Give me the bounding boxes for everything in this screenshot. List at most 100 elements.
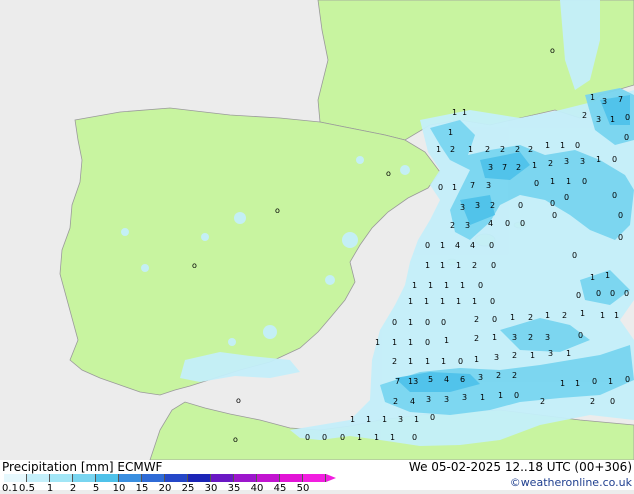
- precip-value-label: 0: [572, 251, 577, 260]
- precip-value-label: 0: [412, 433, 417, 442]
- marker-dot: o: [550, 46, 555, 55]
- precip-value-label: 2: [512, 351, 517, 360]
- colorbar-cell: [96, 474, 119, 482]
- marker-dot: o: [275, 206, 280, 215]
- precip-value-label: 3: [512, 333, 517, 342]
- colorbar-cell: [27, 474, 50, 482]
- precip-value-label: 2: [528, 333, 533, 342]
- precip-value-label: 1: [374, 433, 379, 442]
- precip-value-label: 2: [590, 397, 595, 406]
- precip-value-label: 3: [488, 163, 493, 172]
- precip-value-label: 1: [560, 379, 565, 388]
- precip-value-label: 4: [410, 397, 415, 406]
- precip-value-label: 1: [545, 141, 550, 150]
- precip-value-label: 1: [440, 241, 445, 250]
- precip-value-label: 1: [510, 313, 515, 322]
- precip-value-label: 4: [444, 375, 449, 384]
- precip-value-label: 0: [425, 338, 430, 347]
- precip-value-label: 2: [562, 311, 567, 320]
- precip-value-label: 2: [490, 201, 495, 210]
- precip-value-label: 1: [550, 177, 555, 186]
- precip-value-label: 0: [576, 291, 581, 300]
- credit-link[interactable]: ©weatheronline.co.uk: [510, 476, 632, 489]
- precip-value-label: 1: [456, 297, 461, 306]
- precip-value-label: 1: [414, 415, 419, 424]
- precip-value-label: 1: [462, 108, 467, 117]
- precip-value-label: 1: [580, 309, 585, 318]
- precip-value-label: 1: [566, 349, 571, 358]
- precip-value-label: 4: [470, 241, 475, 250]
- precip-value-label: 13: [408, 377, 418, 386]
- precip-value-label: 0: [610, 289, 615, 298]
- precip-value-label: 0: [624, 289, 629, 298]
- precip-value-label: 2: [512, 371, 517, 380]
- precip-value-label: 1: [468, 145, 473, 154]
- precip-value-label: 1: [452, 108, 457, 117]
- precip-value-label: 1: [425, 357, 430, 366]
- colorbar-label: 5: [92, 483, 100, 494]
- precip-value-label: 7: [395, 377, 400, 386]
- precip-value-label: 0: [625, 375, 630, 384]
- precip-value-label: 7: [470, 181, 475, 190]
- precip-value-label: 1: [428, 281, 433, 290]
- precip-value-label: 3: [494, 353, 499, 362]
- colorbar-label: 2: [69, 483, 77, 494]
- precip-value-label: 1: [545, 311, 550, 320]
- precip-value-label: 0: [492, 315, 497, 324]
- colorbar-label: 35: [227, 483, 241, 494]
- precip-value-label: 1: [408, 338, 413, 347]
- precip-value-label: 0: [575, 141, 580, 150]
- precip-value-label: 1: [452, 183, 457, 192]
- precip-value-label: 1: [366, 415, 371, 424]
- precip-value-label: 4: [488, 219, 493, 228]
- precip-value-label: 1: [614, 311, 619, 320]
- precip-value-label: 1: [590, 273, 595, 282]
- precip-value-label: 1: [608, 377, 613, 386]
- colorbar-cell: [50, 474, 73, 482]
- precip-value-label: 1: [590, 93, 595, 102]
- precip-value-label: 1: [448, 128, 453, 137]
- precip-value-label: 3: [462, 393, 467, 402]
- precip-value-label: 0: [578, 331, 583, 340]
- precip-value-label: 0: [425, 318, 430, 327]
- precip-value-label: 0: [610, 397, 615, 406]
- precip-value-label: 0: [430, 413, 435, 422]
- colorbar-label: 40: [250, 483, 264, 494]
- precip-value-label: 1: [600, 311, 605, 320]
- precip-value-label: 1: [436, 145, 441, 154]
- precip-value-label: 0: [592, 377, 597, 386]
- precip-value-label: 3: [602, 97, 607, 106]
- precip-value-label: 0: [489, 241, 494, 250]
- precip-value-label: 1: [480, 393, 485, 402]
- precip-value-label: 0: [625, 113, 630, 122]
- precip-value-label: 1: [408, 318, 413, 327]
- marker-dot: o: [233, 435, 238, 444]
- precip-value-label: 2: [540, 397, 545, 406]
- precip-value-label: 2: [528, 313, 533, 322]
- precip-value-label: 2: [516, 163, 521, 172]
- precip-value-label: 1: [382, 415, 387, 424]
- precip-value-label: 2: [500, 145, 505, 154]
- precip-value-label: 0: [514, 391, 519, 400]
- precip-value-label: 1: [492, 333, 497, 342]
- precip-value-label: 1: [357, 433, 362, 442]
- precip-value-label: 2: [474, 315, 479, 324]
- colorbar-cell: [234, 474, 257, 482]
- precip-value-label: 0: [612, 191, 617, 200]
- map-footer: Precipitation [mm] ECMWF We 05-02-2025 1…: [0, 460, 634, 494]
- precip-value-label: 3: [398, 415, 403, 424]
- precip-value-label: 1: [596, 155, 601, 164]
- precip-value-label: 3: [548, 349, 553, 358]
- precip-value-label: 2: [582, 111, 587, 120]
- precip-value-label: 1: [610, 115, 615, 124]
- precip-value-label: 0: [550, 199, 555, 208]
- precip-value-label: 3: [580, 157, 585, 166]
- marker-dot: o: [236, 396, 241, 405]
- precip-value-label: 1: [456, 261, 461, 270]
- valid-time: We 05-02-2025 12..18 UTC (00+306): [408, 460, 632, 474]
- colorbar-cell: [142, 474, 165, 482]
- precip-value-label: 5: [428, 375, 433, 384]
- precip-value-label: 1: [566, 177, 571, 186]
- colorbar-label: 1: [46, 483, 54, 494]
- precip-value-label: 1: [392, 338, 397, 347]
